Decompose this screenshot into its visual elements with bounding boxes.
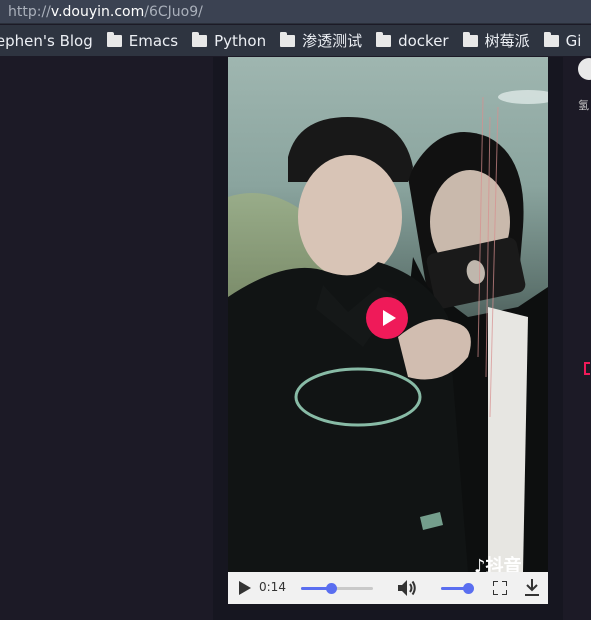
progress-thumb[interactable] bbox=[326, 583, 338, 594]
folder-icon bbox=[192, 31, 208, 47]
bookmark-label: Gi bbox=[565, 31, 582, 50]
bookmark-folder-python[interactable]: Python bbox=[192, 31, 267, 50]
volume-icon[interactable] bbox=[397, 579, 417, 597]
url-path: /6CJuo9/ bbox=[144, 3, 203, 20]
left-background bbox=[0, 57, 213, 620]
bookmark-folder-docker[interactable]: docker bbox=[376, 31, 449, 50]
bookmark-folder-raspberry-pi[interactable]: 树莓派 bbox=[462, 30, 530, 51]
bookmark-label: 树莓派 bbox=[484, 32, 530, 50]
url-host: v.douyin.com bbox=[50, 3, 145, 20]
folder-icon bbox=[543, 31, 559, 47]
bookmark-folder-emacs[interactable]: Emacs bbox=[106, 31, 179, 50]
bookmark-folder-pentest[interactable]: 渗透测试 bbox=[280, 30, 362, 51]
bookmark-label: docker bbox=[398, 31, 449, 50]
folder-icon bbox=[462, 31, 478, 47]
folder-icon bbox=[376, 31, 392, 47]
side-indicator bbox=[584, 362, 590, 375]
progress-slider[interactable] bbox=[301, 583, 373, 594]
bookmark-label: 渗透测试 bbox=[302, 32, 363, 50]
bookmark-folder-gi[interactable]: Gi bbox=[543, 31, 582, 50]
volume-thumb[interactable] bbox=[463, 583, 474, 594]
bookmark-label: Emacs bbox=[128, 31, 179, 50]
address-bar[interactable]: http://v.douyin.com/6CJuo9/ bbox=[0, 0, 591, 24]
video-controls: 0:14 bbox=[228, 572, 548, 604]
playback-time: 0:14 bbox=[259, 580, 286, 594]
volume-slider[interactable] bbox=[441, 583, 474, 594]
bookmarks-bar: tephen's Blog Emacs Python 渗透测试 docker 树… bbox=[0, 25, 591, 56]
folder-icon bbox=[106, 31, 122, 47]
side-text: 氢 bbox=[578, 99, 589, 112]
bookmark-stephens-blog[interactable]: tephen's Blog bbox=[0, 32, 93, 50]
folder-icon bbox=[280, 31, 296, 47]
url-prefix: http:// bbox=[8, 3, 51, 20]
bookmark-label: Python bbox=[214, 31, 267, 50]
right-background bbox=[563, 57, 591, 620]
fullscreen-icon[interactable] bbox=[493, 581, 507, 595]
play-icon[interactable] bbox=[239, 581, 251, 595]
play-overlay-button[interactable] bbox=[366, 297, 408, 339]
bookmark-label: tephen's Blog bbox=[0, 31, 93, 50]
download-icon[interactable] bbox=[524, 579, 540, 597]
